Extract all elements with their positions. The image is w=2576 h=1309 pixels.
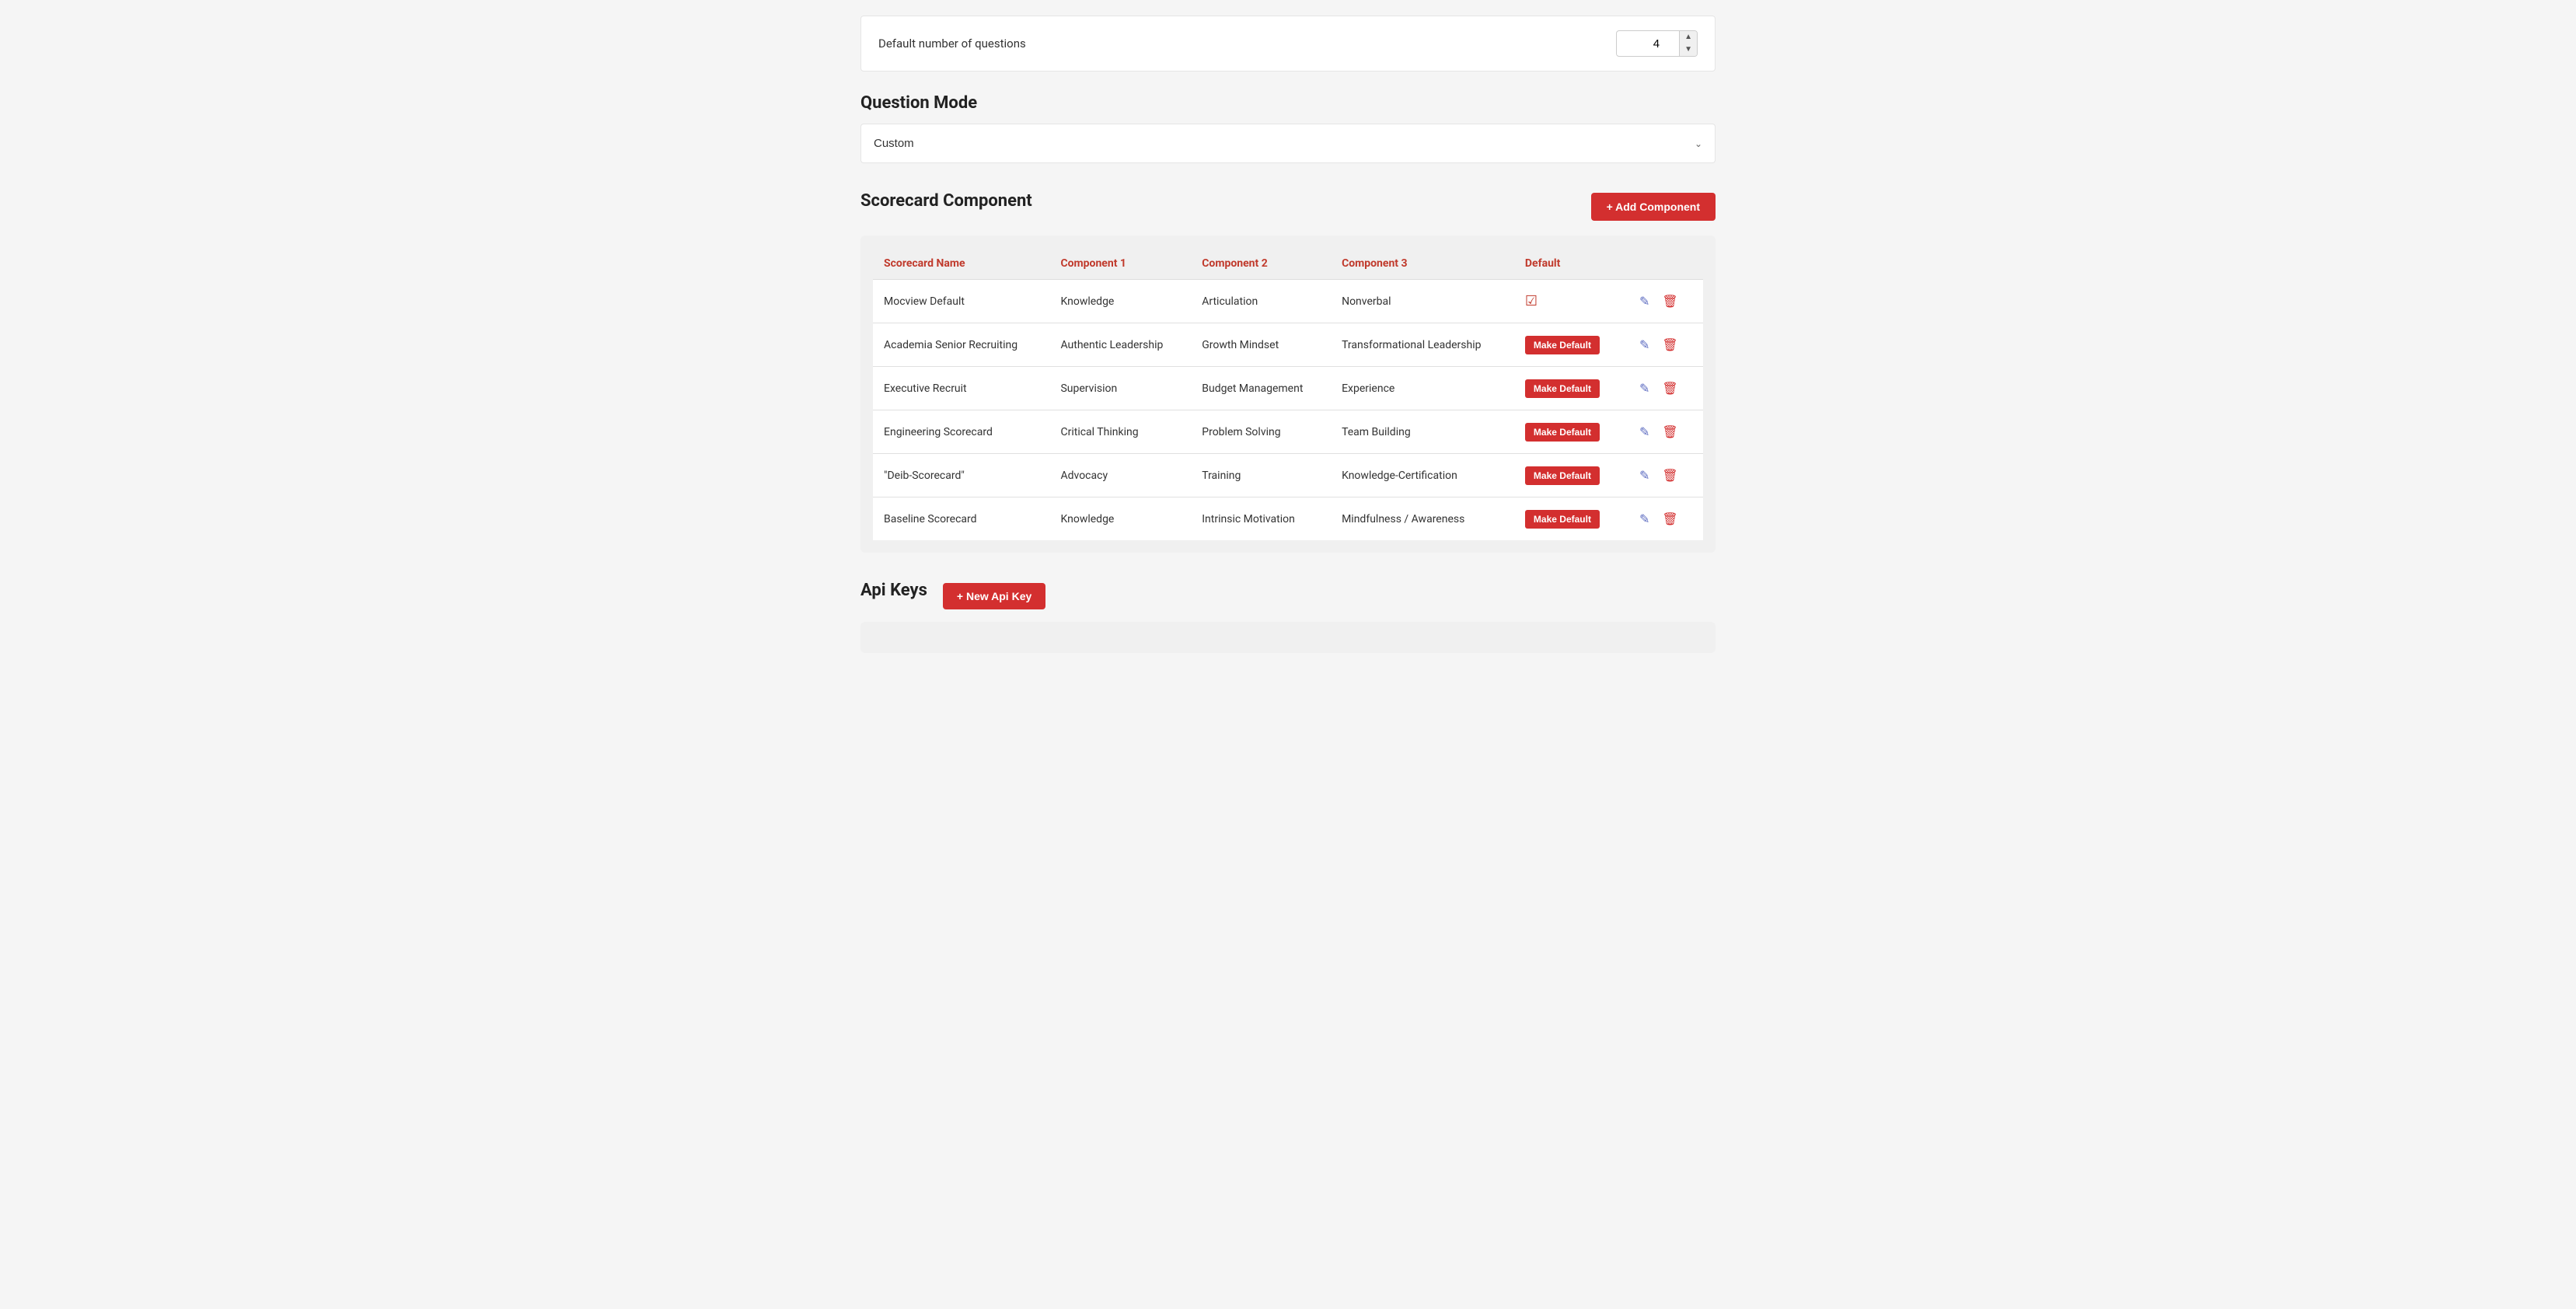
cell-component3: Transformational Leadership bbox=[1331, 323, 1514, 367]
default-questions-label: Default number of questions bbox=[878, 37, 1026, 51]
cell-scorecard-name: "Deib-Scorecard" bbox=[873, 454, 1049, 497]
delete-icon[interactable]: 🗑 bbox=[1657, 291, 1682, 312]
add-component-button[interactable]: + Add Component bbox=[1591, 193, 1716, 221]
delete-icon[interactable]: 🗑 bbox=[1657, 334, 1682, 355]
make-default-button[interactable]: Make Default bbox=[1525, 379, 1600, 398]
cell-component1: Advocacy bbox=[1049, 454, 1191, 497]
cell-component1: Critical Thinking bbox=[1049, 410, 1191, 454]
action-column: ✎🗑 bbox=[1635, 291, 1692, 312]
edit-icon[interactable]: ✎ bbox=[1635, 508, 1654, 529]
spin-up-button[interactable]: ▲ bbox=[1680, 31, 1697, 44]
cell-component2: Training bbox=[1191, 454, 1331, 497]
table-row: Engineering ScorecardCritical ThinkingPr… bbox=[873, 410, 1703, 454]
cell-component3: Knowledge-Certification bbox=[1331, 454, 1514, 497]
cell-actions: ✎🗑 bbox=[1624, 367, 1703, 410]
cell-default: Make Default bbox=[1514, 454, 1624, 497]
delete-icon[interactable]: 🗑 bbox=[1657, 378, 1682, 399]
delete-icon[interactable]: 🗑 bbox=[1657, 508, 1682, 529]
make-default-button[interactable]: Make Default bbox=[1525, 510, 1600, 529]
make-default-button[interactable]: Make Default bbox=[1525, 466, 1600, 485]
api-keys-heading: Api Keys bbox=[860, 581, 927, 600]
table-row: Mocview DefaultKnowledgeArticulationNonv… bbox=[873, 280, 1703, 323]
cell-scorecard-name: Engineering Scorecard bbox=[873, 410, 1049, 454]
cell-component3: Nonverbal bbox=[1331, 280, 1514, 323]
edit-icon[interactable]: ✎ bbox=[1635, 465, 1654, 486]
action-column: ✎🗑 bbox=[1635, 421, 1692, 442]
delete-icon[interactable]: 🗑 bbox=[1657, 465, 1682, 486]
cell-default: Make Default bbox=[1514, 410, 1624, 454]
cell-scorecard-name: Executive Recruit bbox=[873, 367, 1049, 410]
cell-actions: ✎🗑 bbox=[1624, 323, 1703, 367]
action-column: ✎🗑 bbox=[1635, 378, 1692, 399]
question-mode-heading: Question Mode bbox=[860, 93, 1716, 113]
make-default-button[interactable]: Make Default bbox=[1525, 336, 1600, 354]
scorecard-component-section: Scorecard Component + Add Component Scor… bbox=[860, 191, 1716, 553]
cell-actions: ✎🗑 bbox=[1624, 410, 1703, 454]
scorecard-component-heading: Scorecard Component bbox=[860, 191, 1032, 211]
edit-icon[interactable]: ✎ bbox=[1635, 378, 1654, 399]
default-questions-input[interactable] bbox=[1617, 33, 1679, 55]
delete-icon[interactable]: 🗑 bbox=[1657, 421, 1682, 442]
table-row: Executive RecruitSupervisionBudget Manag… bbox=[873, 367, 1703, 410]
cell-scorecard-name: Mocview Default bbox=[873, 280, 1049, 323]
cell-component1: Knowledge bbox=[1049, 280, 1191, 323]
col-component1: Component 1 bbox=[1049, 248, 1191, 280]
col-component3: Component 3 bbox=[1331, 248, 1514, 280]
page-container: Default number of questions ▲ ▼ Question… bbox=[837, 0, 1739, 712]
table-row: "Deib-Scorecard"AdvocacyTrainingKnowledg… bbox=[873, 454, 1703, 497]
cell-actions: ✎🗑 bbox=[1624, 497, 1703, 541]
scorecard-table: Scorecard Name Component 1 Component 2 C… bbox=[873, 248, 1703, 540]
col-component2: Component 2 bbox=[1191, 248, 1331, 280]
cell-component1: Knowledge bbox=[1049, 497, 1191, 541]
api-keys-section: Api Keys + New Api Key bbox=[860, 581, 1716, 653]
new-api-key-button[interactable]: + New Api Key bbox=[943, 583, 1045, 609]
action-column: ✎🗑 bbox=[1635, 334, 1692, 355]
cell-default: Make Default bbox=[1514, 323, 1624, 367]
cell-component3: Experience bbox=[1331, 367, 1514, 410]
cell-component2: Intrinsic Motivation bbox=[1191, 497, 1331, 541]
table-header-row: Scorecard Name Component 1 Component 2 C… bbox=[873, 248, 1703, 280]
cell-component2: Budget Management bbox=[1191, 367, 1331, 410]
col-default: Default bbox=[1514, 248, 1624, 280]
cell-default: ☑ bbox=[1514, 280, 1624, 323]
cell-component3: Team Building bbox=[1331, 410, 1514, 454]
scorecard-table-wrapper: Scorecard Name Component 1 Component 2 C… bbox=[860, 236, 1716, 553]
col-actions bbox=[1624, 248, 1703, 280]
edit-icon[interactable]: ✎ bbox=[1635, 334, 1654, 355]
question-mode-select-wrapper: Custom Standard Advanced ⌄ bbox=[860, 124, 1716, 163]
edit-icon[interactable]: ✎ bbox=[1635, 291, 1654, 312]
api-keys-header: Api Keys + New Api Key bbox=[860, 581, 1716, 611]
cell-default: Make Default bbox=[1514, 497, 1624, 541]
action-column: ✎🗑 bbox=[1635, 465, 1692, 486]
edit-icon[interactable]: ✎ bbox=[1635, 421, 1654, 442]
cell-component3: Mindfulness / Awareness bbox=[1331, 497, 1514, 541]
cell-component1: Authentic Leadership bbox=[1049, 323, 1191, 367]
question-mode-section: Question Mode Custom Standard Advanced ⌄ bbox=[860, 93, 1716, 163]
number-spinner: ▲ ▼ bbox=[1679, 31, 1697, 56]
api-keys-table-wrapper bbox=[860, 622, 1716, 653]
cell-actions: ✎🗑 bbox=[1624, 454, 1703, 497]
default-questions-row: Default number of questions ▲ ▼ bbox=[860, 16, 1716, 72]
cell-component1: Supervision bbox=[1049, 367, 1191, 410]
cell-scorecard-name: Academia Senior Recruiting bbox=[873, 323, 1049, 367]
default-checkmark-icon: ☑ bbox=[1525, 293, 1538, 309]
table-row: Baseline ScorecardKnowledgeIntrinsic Mot… bbox=[873, 497, 1703, 541]
cell-component2: Problem Solving bbox=[1191, 410, 1331, 454]
cell-component2: Growth Mindset bbox=[1191, 323, 1331, 367]
action-column: ✎🗑 bbox=[1635, 508, 1692, 529]
question-mode-select[interactable]: Custom Standard Advanced bbox=[861, 124, 1715, 162]
col-scorecard-name: Scorecard Name bbox=[873, 248, 1049, 280]
spin-down-button[interactable]: ▼ bbox=[1680, 44, 1697, 56]
cell-actions: ✎🗑 bbox=[1624, 280, 1703, 323]
cell-component2: Articulation bbox=[1191, 280, 1331, 323]
default-questions-input-wrapper: ▲ ▼ bbox=[1616, 30, 1698, 57]
cell-scorecard-name: Baseline Scorecard bbox=[873, 497, 1049, 541]
scorecard-section-header: Scorecard Component + Add Component bbox=[860, 191, 1716, 222]
table-row: Academia Senior RecruitingAuthentic Lead… bbox=[873, 323, 1703, 367]
make-default-button[interactable]: Make Default bbox=[1525, 423, 1600, 442]
cell-default: Make Default bbox=[1514, 367, 1624, 410]
